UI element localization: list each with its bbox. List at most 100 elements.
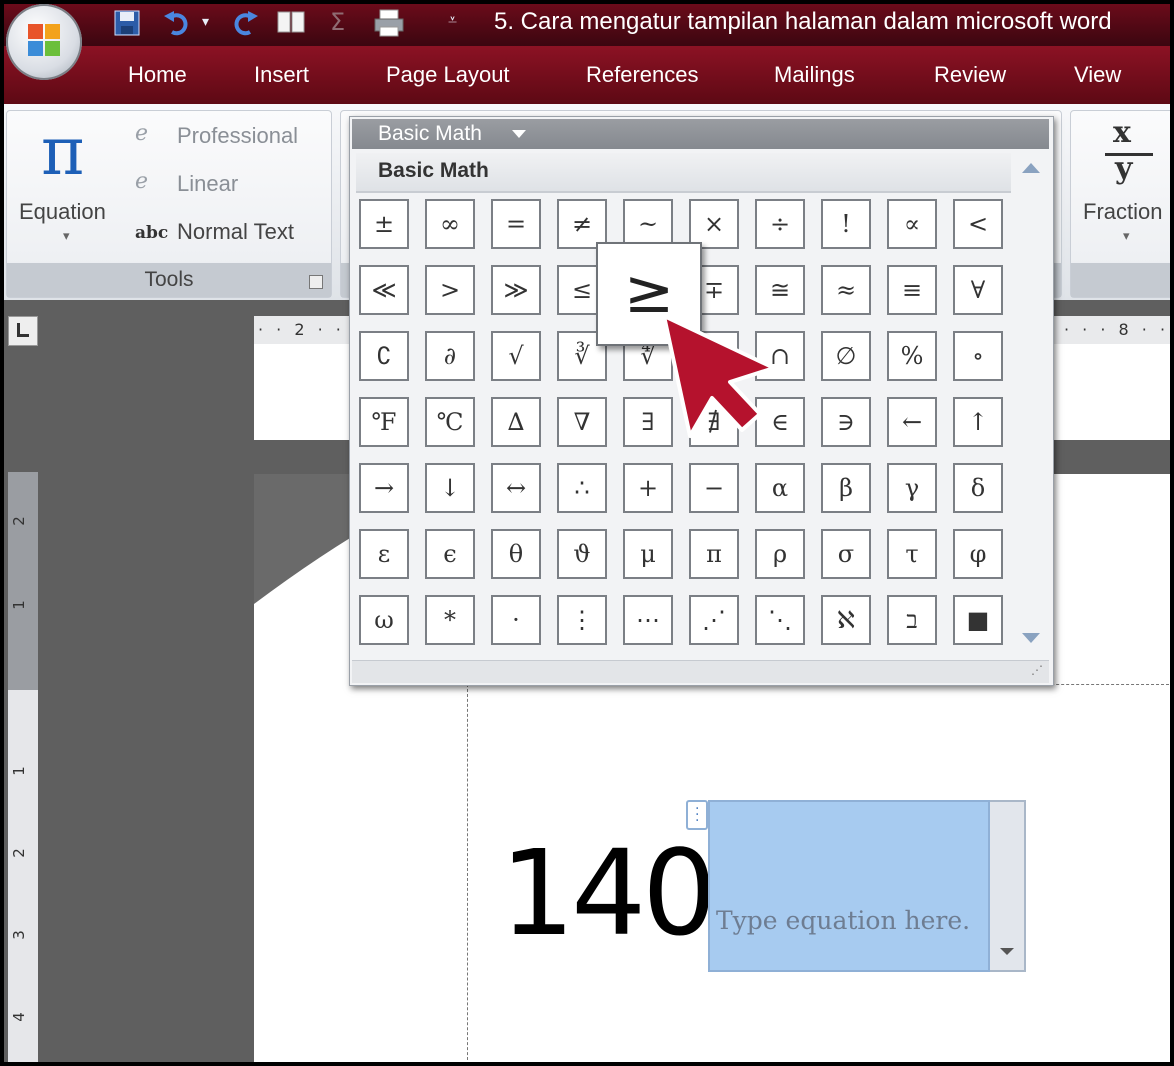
symbol-button[interactable]: φ (953, 529, 1003, 579)
symbol-button[interactable]: * (425, 595, 475, 645)
vertical-ruler[interactable]: 2 1 1 2 3 4 (8, 472, 38, 1062)
pi-icon: π (41, 113, 85, 190)
symbol-button[interactable]: ! (821, 199, 871, 249)
symbol-button[interactable]: ⋮ (557, 595, 607, 645)
dialog-launcher-icon[interactable] (309, 275, 323, 289)
save-icon[interactable] (112, 8, 142, 38)
symbol-button[interactable]: δ (953, 463, 1003, 513)
symbol-button[interactable]: γ (887, 463, 937, 513)
linear-button[interactable]: Linear (177, 171, 238, 197)
equation-options-button[interactable] (990, 800, 1026, 972)
scroll-up-icon[interactable] (1022, 163, 1040, 173)
symbol-button[interactable]: ± (359, 199, 409, 249)
scroll-down-icon[interactable] (1022, 633, 1040, 643)
tab-references[interactable]: References (586, 62, 699, 88)
undo-icon[interactable] (162, 8, 192, 38)
vruler-num: 3 (9, 930, 28, 940)
symbol-button[interactable]: ∴ (557, 463, 607, 513)
redo-icon[interactable] (230, 8, 260, 38)
symbol-button[interactable]: σ (821, 529, 871, 579)
symbol-button[interactable]: ≡ (887, 265, 937, 315)
symbol-button[interactable]: ϵ (425, 529, 475, 579)
tab-insert[interactable]: Insert (254, 62, 309, 88)
symbol-button[interactable]: ϑ (557, 529, 607, 579)
word-window: ▾ Σ ⩡ 5. Cara mengatur tampilan halaman … (0, 0, 1174, 1066)
fraction-dropdown-icon[interactable]: ▾ (1123, 229, 1130, 244)
ruler-num-left: 2 (294, 320, 309, 339)
symbol-button[interactable]: ε (359, 529, 409, 579)
symbol-button[interactable]: ℃ (425, 397, 475, 447)
tab-mailings[interactable]: Mailings (774, 62, 855, 88)
symbol-button[interactable]: ∆ (491, 397, 541, 447)
symbol-button[interactable]: · (491, 595, 541, 645)
symbol-button[interactable]: θ (491, 529, 541, 579)
symbol-button[interactable]: ⋱ (755, 595, 805, 645)
structures-group-label (1071, 263, 1170, 297)
tab-home[interactable]: Home (128, 62, 187, 88)
gallery-category-dropdown[interactable]: Basic Math (352, 119, 1049, 149)
symbol-button[interactable]: ρ (755, 529, 805, 579)
symbol-button[interactable]: ■ (953, 595, 1003, 645)
symbol-button[interactable]: √ (491, 331, 541, 381)
symbol-button[interactable]: ← (887, 397, 937, 447)
symbol-button[interactable]: ≪ (359, 265, 409, 315)
symbol-button[interactable]: ∀ (953, 265, 1003, 315)
professional-button[interactable]: Professional (177, 123, 298, 149)
office-button[interactable] (6, 4, 82, 80)
symbol-button[interactable]: ≫ (491, 265, 541, 315)
symbol-button[interactable]: ↓ (425, 463, 475, 513)
symbol-button[interactable]: μ (623, 529, 673, 579)
symbol-button[interactable]: ∅ (821, 331, 871, 381)
undo-dropdown-icon[interactable]: ▾ (202, 14, 209, 44)
symbol-button[interactable]: ∂ (425, 331, 475, 381)
symbol-button[interactable]: % (887, 331, 937, 381)
symbol-button[interactable]: ↔ (491, 463, 541, 513)
tab-page-layout[interactable]: Page Layout (386, 62, 510, 88)
equation-dropdown-icon[interactable]: ▾ (63, 229, 70, 244)
symbol-button[interactable]: > (425, 265, 475, 315)
symbol-button[interactable]: π (689, 529, 739, 579)
resize-grip-icon[interactable]: ⋰ (1031, 663, 1043, 677)
fraction-numerator: x (1113, 115, 1131, 150)
symbol-button[interactable]: ω (359, 595, 409, 645)
fraction-button[interactable]: Fraction (1083, 199, 1162, 225)
tab-selector-icon[interactable] (8, 316, 38, 346)
ribbon-tabs: Home Insert Page Layout References Maili… (4, 46, 1170, 104)
symbol-button[interactable]: − (689, 463, 739, 513)
symbol-button[interactable]: = (491, 199, 541, 249)
ruler-num-right: 8 (1118, 320, 1133, 339)
symbol-button[interactable]: ∝ (887, 199, 937, 249)
symbol-button[interactable]: τ (887, 529, 937, 579)
symbol-button[interactable]: ∋ (821, 397, 871, 447)
customize-qat-icon[interactable]: ⩡ (448, 10, 457, 40)
symbol-button[interactable]: ≈ (821, 265, 871, 315)
equation-button[interactable]: Equation (19, 199, 106, 225)
symbol-button[interactable]: ↑ (953, 397, 1003, 447)
symbol-button[interactable]: ∞ (425, 199, 475, 249)
symbol-button[interactable]: ℵ (821, 595, 871, 645)
symbol-button[interactable]: ∁ (359, 331, 409, 381)
symbol-button[interactable]: ℉ (359, 397, 409, 447)
symbol-button[interactable]: ≅ (755, 265, 805, 315)
symbol-button[interactable]: → (359, 463, 409, 513)
print-icon[interactable] (372, 8, 408, 38)
equation-handle-icon[interactable]: · · · (686, 800, 708, 830)
tab-view[interactable]: View (1074, 62, 1121, 88)
print-preview-icon[interactable] (274, 8, 310, 38)
equation-input[interactable]: Type equation here. (708, 800, 990, 972)
equation-placeholder: Type equation here. (716, 906, 971, 935)
symbol-button[interactable]: + (623, 463, 673, 513)
fraction-denominator: y (1115, 151, 1133, 186)
symbol-button[interactable]: < (953, 199, 1003, 249)
symbol-button[interactable]: ב (887, 595, 937, 645)
symbol-button[interactable]: ÷ (755, 199, 805, 249)
tab-review[interactable]: Review (934, 62, 1006, 88)
symbol-button[interactable]: β (821, 463, 871, 513)
text-boundary-vertical (467, 684, 468, 1062)
symbol-button[interactable]: α (755, 463, 805, 513)
symbol-button[interactable]: ⋯ (623, 595, 673, 645)
symbol-button[interactable]: ∇ (557, 397, 607, 447)
symbol-button[interactable]: ∘ (953, 331, 1003, 381)
normal-text-button[interactable]: Normal Text (177, 219, 294, 245)
symbol-button[interactable]: ⋰ (689, 595, 739, 645)
